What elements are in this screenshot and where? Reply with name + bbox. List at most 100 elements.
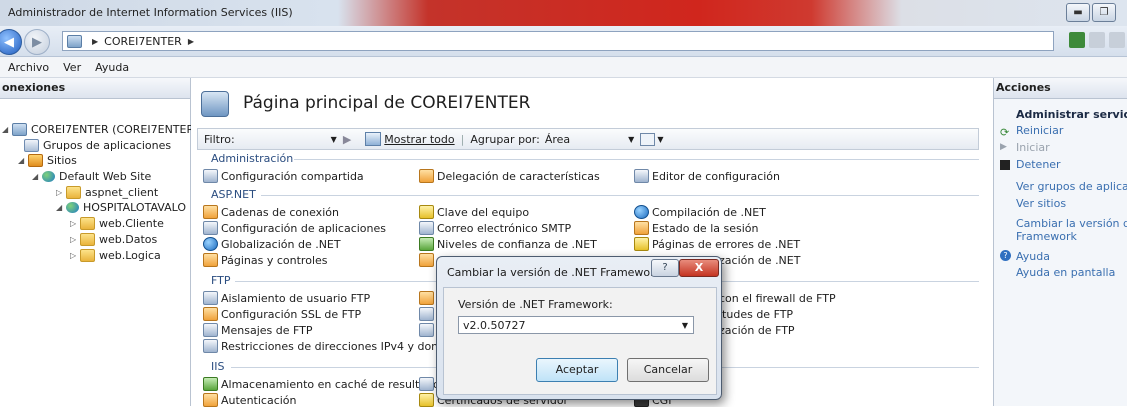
ok-button[interactable]: Aceptar [536, 358, 618, 382]
collapse-icon[interactable]: ◢ [56, 203, 66, 212]
feature-item[interactable]: Editor de configuración [634, 169, 780, 183]
feature-item[interactable]: Globalización de .NET [203, 237, 341, 251]
stop-icon [1000, 160, 1010, 170]
window-title: Administrador de Internet Information Se… [8, 6, 293, 19]
feature-item[interactable]: Configuración compartida [203, 169, 364, 183]
feature-item[interactable] [419, 291, 437, 305]
stop-icon[interactable] [1089, 32, 1105, 48]
menu-archivo[interactable]: Archivo [8, 61, 49, 74]
group-header-administracion[interactable]: Administración [211, 152, 293, 165]
manage-server-header: Administrar servidor [1016, 108, 1127, 121]
refresh-icon[interactable] [1069, 32, 1085, 48]
view-dropdown-icon[interactable]: ▼ [657, 135, 663, 144]
feature-item[interactable] [419, 323, 437, 337]
dialog-body: Versión de .NET Framework: v2.0.50727 ▼ … [443, 287, 717, 395]
tree-item-server[interactable]: ◢ COREI7ENTER (COREI7ENTER\CC [2, 122, 213, 136]
minimize-button[interactable]: ▬ [1066, 3, 1090, 22]
feature-item[interactable]: Delegación de características [419, 169, 600, 183]
filter-dropdown-icon[interactable]: ▼ [331, 135, 337, 144]
dialog-close-button[interactable]: X [679, 259, 719, 277]
feature-item[interactable]: Cadenas de conexión [203, 205, 339, 219]
menu-ayuda[interactable]: Ayuda [95, 61, 129, 74]
feature-item[interactable]: Configuración SSL de FTP [203, 307, 361, 321]
feature-item[interactable]: itudes de FTP [719, 307, 793, 321]
tree-item-web-datos[interactable]: ▷ web.Datos [70, 232, 157, 246]
feature-item[interactable]: Configuración de aplicaciones [203, 221, 386, 235]
group-header-iis[interactable]: IIS [211, 360, 224, 373]
group-by-dropdown-icon[interactable]: ▼ [628, 135, 634, 144]
feature-item[interactable]: Mensajes de FTP [203, 323, 313, 337]
chevron-down-icon[interactable]: ▼ [682, 317, 688, 335]
feature-item[interactable]: Correo electrónico SMTP [419, 221, 571, 235]
group-by-label: Agrupar por: [470, 132, 540, 146]
action-change-net-version[interactable]: Cambiar la versión de .N [1016, 217, 1127, 230]
feature-item[interactable]: con el firewall de FTP [719, 291, 836, 305]
expand-icon[interactable]: ▷ [70, 219, 80, 228]
breadcrumb-server[interactable]: COREI7ENTER [104, 35, 182, 48]
tree-item-web-cliente[interactable]: ▷ web.Cliente [70, 216, 164, 230]
go-icon[interactable]: ▶ [343, 133, 351, 146]
delegation-icon [419, 169, 434, 183]
title-bar: Administrador de Internet Information Se… [0, 0, 1127, 26]
group-header-ftp[interactable]: FTP [211, 274, 231, 287]
divider [261, 195, 979, 196]
feature-item[interactable]: Compilación de .NET [634, 205, 766, 219]
action-stop[interactable]: Detener [1016, 158, 1061, 171]
cancel-button[interactable]: Cancelar [627, 358, 709, 382]
feature-item[interactable]: Clave del equipo [419, 205, 529, 219]
feature-item[interactable] [419, 377, 437, 391]
action-view-sites[interactable]: Ver sitios [1016, 197, 1066, 210]
feature-item[interactable] [419, 307, 437, 321]
app-pool-icon [24, 138, 39, 152]
action-view-app-pools[interactable]: Ver grupos de aplicacion [1016, 180, 1127, 193]
feature-item[interactable]: Estado de la sesión [634, 221, 758, 235]
back-button[interactable]: ◀ [0, 29, 22, 55]
maximize-button[interactable]: ❐ [1092, 3, 1116, 22]
feature-item[interactable]: Aislamiento de usuario FTP [203, 291, 370, 305]
collapse-icon[interactable]: ◢ [2, 125, 12, 134]
tree-item-aspnet-client[interactable]: ▷ aspnet_client [56, 185, 158, 199]
feature-item[interactable]: Almacenamiento en caché de resultados [203, 377, 445, 391]
feature-item[interactable] [419, 253, 437, 267]
tree-item-sites[interactable]: ◢ Sitios [18, 153, 77, 167]
group-header-aspnet[interactable]: ASP.NET [211, 188, 256, 201]
feature-item[interactable]: Niveles de confianza de .NET [419, 237, 597, 251]
server-icon [12, 122, 27, 136]
feature-item[interactable]: zación de .NET [719, 253, 800, 267]
collapse-icon[interactable]: ◢ [32, 172, 42, 181]
feature-item[interactable]: zación de FTP [719, 323, 795, 337]
actions-header: Acciones [994, 78, 1127, 99]
expand-icon[interactable]: ▷ [56, 188, 66, 197]
dialog-help-button[interactable]: ? [651, 259, 679, 277]
feature-icon [419, 377, 434, 391]
action-start[interactable]: Iniciar [1016, 141, 1050, 154]
tree-item-app-pools[interactable]: Grupos de aplicaciones [24, 138, 171, 152]
collapse-icon[interactable]: ◢ [18, 156, 28, 165]
group-by-select[interactable]: Área [545, 133, 570, 146]
net-version-select[interactable]: v2.0.50727 ▼ [458, 316, 694, 334]
expand-icon[interactable]: ▷ [70, 235, 80, 244]
page-title: Página principal de COREI7ENTER [243, 93, 531, 113]
action-change-net-version-line2[interactable]: Framework [1016, 230, 1077, 243]
action-restart[interactable]: Reiniciar [1016, 124, 1063, 137]
menu-ver[interactable]: Ver [63, 61, 81, 74]
tree-item-default-site[interactable]: ◢ Default Web Site [32, 169, 151, 183]
home-icon[interactable] [1109, 32, 1125, 48]
action-online-help[interactable]: Ayuda en pantalla [1016, 266, 1115, 279]
tree-item-web-logica[interactable]: ▷ web.Logica [70, 248, 161, 262]
ftp-ip-restrictions-icon [203, 339, 218, 353]
tree-item-hospitalotavalo[interactable]: ◢ HOSPITALOTAVALO [56, 200, 186, 214]
show-all-button[interactable]: Mostrar todo [384, 133, 454, 146]
view-icon[interactable] [640, 132, 656, 146]
expand-icon[interactable]: ▷ [70, 251, 80, 260]
connections-header: onexiones [0, 78, 190, 99]
forward-button[interactable]: ▶ [24, 29, 50, 55]
action-help[interactable]: Ayuda [1016, 250, 1050, 263]
ftp-ssl-icon [203, 307, 218, 321]
feature-item[interactable]: Autenticación [203, 393, 297, 407]
feature-item[interactable]: Páginas y controles [203, 253, 328, 267]
sites-icon [28, 153, 43, 167]
dialog-title: Cambiar la versión de .NET Framework [447, 266, 662, 279]
address-field[interactable]: ▶ COREI7ENTER ▶ [62, 31, 1054, 51]
feature-item[interactable]: Páginas de errores de .NET [634, 237, 800, 251]
